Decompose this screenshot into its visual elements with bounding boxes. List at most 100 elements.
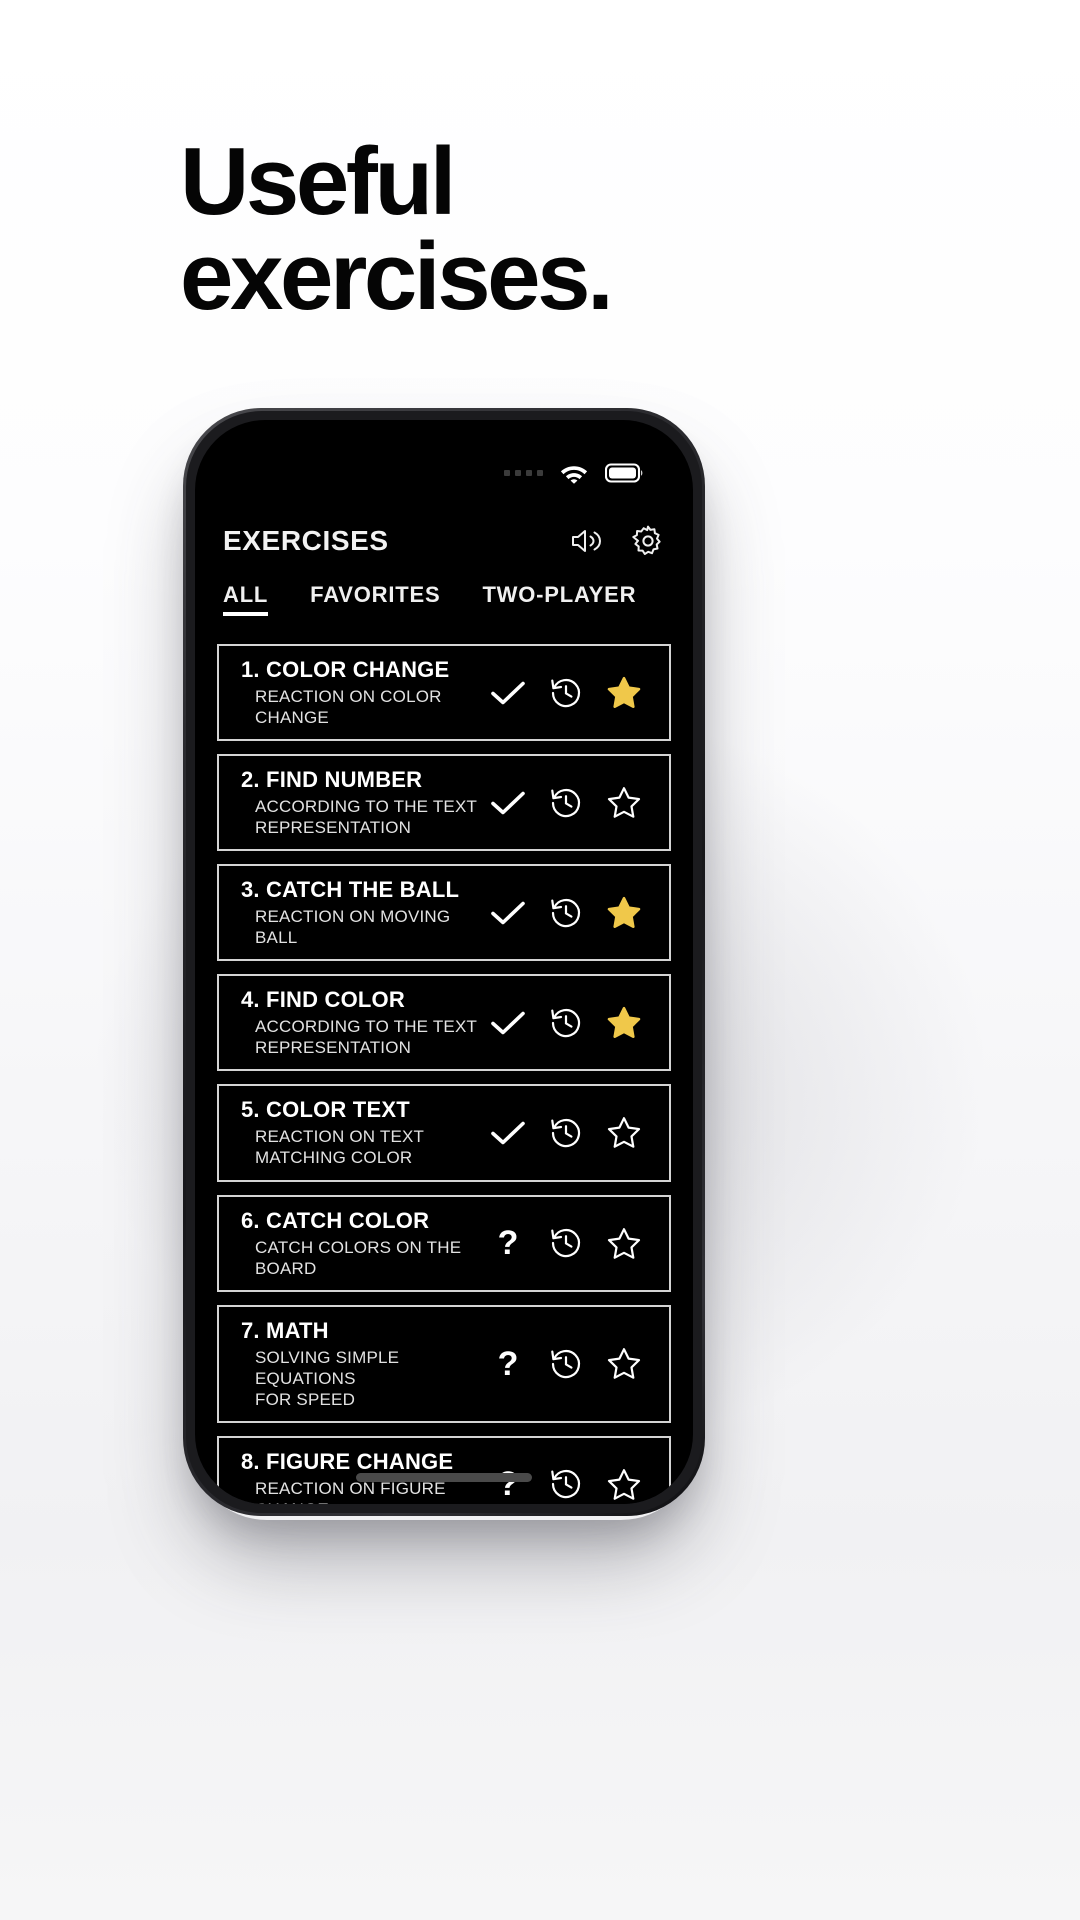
- exercise-subtitle: SOLVING SIMPLE EQUATIONS FOR SPEED: [255, 1347, 400, 1409]
- exercise-favorite-button[interactable]: [595, 676, 653, 709]
- exercise-history-button[interactable]: [537, 1116, 595, 1150]
- exercise-subtitle: ACCORDING TO THE TEXT REPRESENTATION: [255, 797, 478, 838]
- exercise-actions: ?: [479, 1226, 653, 1260]
- exercise-status: [479, 898, 537, 928]
- status-bar: [195, 452, 693, 494]
- star-filled-icon[interactable]: [607, 676, 641, 709]
- exercise-status: [479, 678, 537, 708]
- phone-frame: EXERCISES ALL FAVORITES TWO-PLAYER 1. CO…: [183, 408, 705, 1516]
- exercise-title: 3. CATCH THE BALL: [241, 877, 460, 903]
- exercise-row[interactable]: 5. COLOR TEXT REACTION ON TEXT MATCHING C…: [217, 1084, 671, 1182]
- check-icon: [491, 681, 525, 704]
- phone-screen: EXERCISES ALL FAVORITES TWO-PLAYER 1. CO…: [195, 420, 693, 1504]
- home-indicator-bar[interactable]: [356, 1473, 532, 1482]
- check-icon: [491, 901, 525, 925]
- exercise-subtitle: REACTION ON COLOR CHANGE: [255, 686, 442, 728]
- exercise-history-button[interactable]: [537, 1006, 595, 1040]
- exercise-text: 3. CATCH THE BALL REACTION ON MOVING BALL: [241, 866, 479, 959]
- exercise-favorite-button[interactable]: [595, 1116, 653, 1149]
- exercise-title: 7. MATH: [241, 1317, 329, 1343]
- exercise-actions: [479, 786, 653, 820]
- history-clock-icon[interactable]: [549, 1467, 583, 1501]
- history-clock-icon[interactable]: [549, 1226, 583, 1260]
- exercise-row[interactable]: 1. COLOR CHANGE REACTION ON COLOR CHANGE: [217, 644, 671, 742]
- exercise-status: ?: [479, 1347, 537, 1381]
- star-filled-icon[interactable]: [607, 896, 641, 929]
- app-title: EXERCISES: [223, 525, 389, 556]
- tab-two-player[interactable]: TWO-PLAYER: [482, 582, 636, 616]
- question-mark-icon: ?: [497, 1344, 519, 1383]
- star-outline-icon[interactable]: [607, 1116, 641, 1149]
- history-clock-icon[interactable]: [549, 896, 583, 930]
- exercise-text: 8. FIGURE CHANGEREACTION ON FIGURE CHANG…: [241, 1438, 479, 1504]
- history-clock-icon[interactable]: [549, 1006, 583, 1040]
- history-clock-icon[interactable]: [549, 676, 583, 710]
- exercise-status: ?: [479, 1226, 537, 1260]
- exercise-title: 2. FIND NUMBER: [241, 767, 423, 793]
- exercise-favorite-button[interactable]: [595, 1006, 653, 1039]
- exercise-history-button[interactable]: [537, 896, 595, 930]
- exercise-favorite-button[interactable]: [595, 1468, 653, 1501]
- check-icon: [491, 1011, 525, 1035]
- exercise-favorite-button[interactable]: [595, 1227, 653, 1260]
- exercise-subtitle: ACCORDING TO THE TEXT REPRESENTATION: [255, 1017, 478, 1058]
- history-clock-icon[interactable]: [549, 786, 583, 820]
- exercise-status: [479, 788, 537, 818]
- exercise-actions: [479, 1006, 653, 1040]
- exercise-history-button[interactable]: [537, 1467, 595, 1501]
- tab-all[interactable]: ALL: [223, 582, 269, 616]
- star-outline-icon[interactable]: [607, 786, 641, 819]
- exercise-favorite-button[interactable]: [595, 1347, 653, 1380]
- exercise-subtitle: REACTION ON MOVING BALL: [255, 907, 451, 948]
- exercise-title: 8. FIGURE CHANGE: [241, 1448, 454, 1474]
- history-clock-icon[interactable]: [549, 1347, 583, 1381]
- check-icon: [491, 791, 525, 814]
- exercise-actions: [479, 896, 653, 930]
- header-actions: [569, 524, 665, 558]
- exercise-row[interactable]: 4. FIND COLOR ACCORDING TO THE TEXT REPRE…: [217, 974, 671, 1072]
- history-clock-icon[interactable]: [549, 1116, 583, 1150]
- exercise-row[interactable]: 7. MATH SOLVING SIMPLE EQUATIONS FOR SPEE…: [217, 1304, 671, 1423]
- exercise-history-button[interactable]: [537, 676, 595, 710]
- exercise-text: 5. COLOR TEXT REACTION ON TEXT MATCHING C…: [241, 1086, 479, 1179]
- star-outline-icon[interactable]: [607, 1468, 641, 1501]
- exercise-row[interactable]: 8. FIGURE CHANGEREACTION ON FIGURE CHANG…: [217, 1435, 671, 1504]
- exercise-text: 2. FIND NUMBER ACCORDING TO THE TEXT REPR…: [241, 756, 479, 849]
- tab-bar: ALL FAVORITES TWO-PLAYER: [195, 582, 693, 636]
- battery-full-icon: [605, 463, 643, 483]
- exercise-title: 4. FIND COLOR: [241, 987, 405, 1013]
- exercise-history-button[interactable]: [537, 1347, 595, 1381]
- exercise-list[interactable]: 1. COLOR CHANGE REACTION ON COLOR CHANGE 2…: [217, 644, 671, 1504]
- star-filled-icon[interactable]: [607, 1006, 641, 1039]
- exercise-title: 5. COLOR TEXT: [241, 1097, 410, 1123]
- exercise-row[interactable]: 3. CATCH THE BALL REACTION ON MOVING BALL: [217, 864, 671, 962]
- exercise-favorite-button[interactable]: [595, 786, 653, 819]
- exercise-title: 1. COLOR CHANGE: [241, 657, 450, 682]
- question-mark-icon: ?: [497, 1224, 519, 1263]
- exercise-title: 6. CATCH COLOR: [241, 1207, 430, 1233]
- exercise-row[interactable]: 2. FIND NUMBER ACCORDING TO THE TEXT REPR…: [217, 754, 671, 852]
- page-title: Useful exercises.: [180, 128, 614, 331]
- speaker-volume-icon[interactable]: [569, 526, 603, 556]
- phone-bezel: EXERCISES ALL FAVORITES TWO-PLAYER 1. CO…: [186, 411, 702, 1513]
- app-header: EXERCISES: [195, 510, 693, 572]
- exercise-history-button[interactable]: [537, 1226, 595, 1260]
- exercise-subtitle: REACTION ON TEXT MATCHING COLOR: [255, 1127, 424, 1168]
- star-outline-icon[interactable]: [607, 1347, 641, 1380]
- exercise-favorite-button[interactable]: [595, 896, 653, 929]
- exercise-history-button[interactable]: [537, 786, 595, 820]
- exercise-actions: ?: [479, 1347, 653, 1381]
- star-outline-icon[interactable]: [607, 1227, 641, 1260]
- exercise-row[interactable]: 6. CATCH COLOR CATCH COLORS ON THE BOARD?: [217, 1194, 671, 1292]
- exercise-actions: [479, 676, 653, 710]
- exercise-actions: [479, 1116, 653, 1150]
- signal-dots-icon: [504, 470, 543, 476]
- exercise-text: 7. MATH SOLVING SIMPLE EQUATIONS FOR SPEE…: [241, 1307, 479, 1421]
- check-icon: [491, 1121, 525, 1145]
- gear-icon[interactable]: [631, 524, 665, 558]
- phone-mockup: EXERCISES ALL FAVORITES TWO-PLAYER 1. CO…: [183, 408, 705, 1516]
- tab-favorites[interactable]: FAVORITES: [310, 582, 440, 616]
- exercise-status: [479, 1008, 537, 1038]
- wifi-icon: [560, 466, 588, 484]
- exercise-text: 1. COLOR CHANGE REACTION ON COLOR CHANGE: [241, 646, 479, 739]
